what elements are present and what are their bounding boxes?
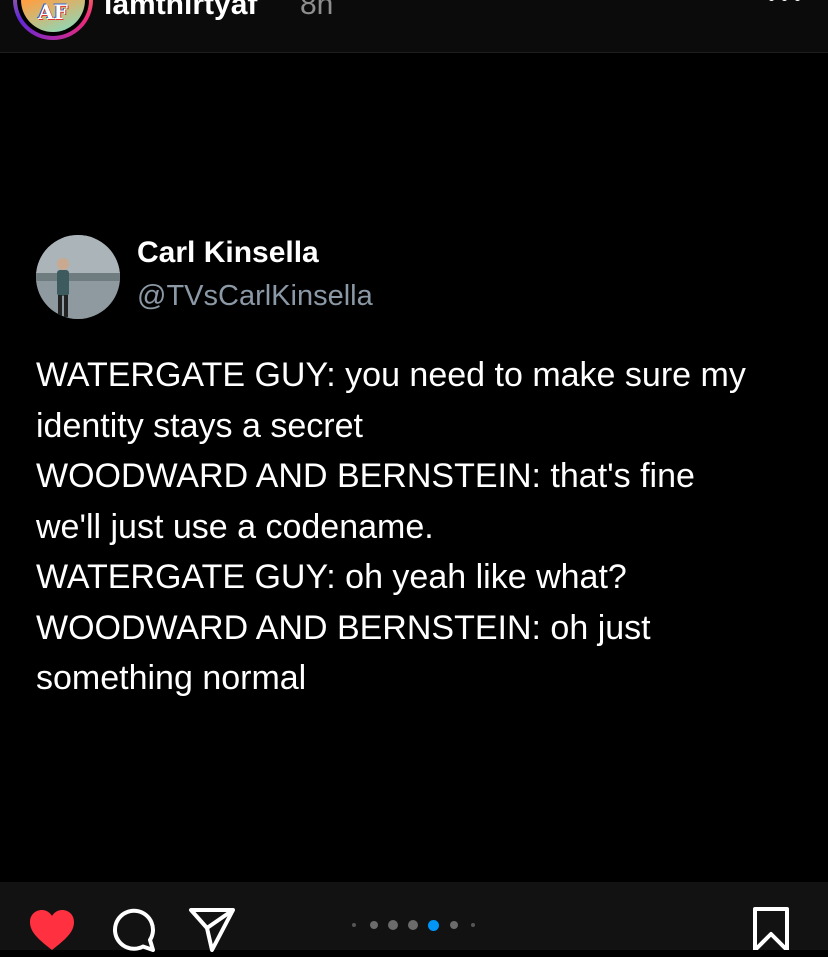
tweet-body: WATERGATE GUY: you need to make sure my … [36,350,796,704]
heart-icon[interactable] [28,908,76,952]
more-horizontal-icon[interactable] [768,0,802,8]
avatar-ring-inner: AF [17,0,89,36]
bookmark-icon[interactable] [752,906,790,952]
carousel-indicator [348,918,480,932]
tweet-author-handle: @TVsCarlKinsella [137,280,373,312]
post-action-bar [0,882,828,952]
carousel-dot [370,921,378,929]
carousel-dot [352,923,356,927]
tweet-line: WOODWARD AND BERNSTEIN: oh just [36,608,651,647]
tweet-line: we'll just use a codename. [36,507,434,546]
username[interactable]: iamthirtyaf [104,0,257,22]
tweet-line: something normal [36,659,307,697]
profile-story-ring[interactable]: AF [13,0,93,40]
carousel-dot [388,920,398,930]
tweet-line: WOODWARD AND BERNSTEIN: that's fine [36,457,695,495]
share-icon[interactable] [188,906,236,952]
comment-icon[interactable] [110,906,156,952]
tweet-line: WATERGATE GUY: oh yeah like what? [36,558,627,596]
carousel-dot [450,921,458,929]
carousel-dot [408,920,418,930]
profile-avatar: AF [21,0,85,32]
tweet-author-avatar [36,235,120,319]
tweet-author-name: Carl Kinsella [137,236,319,269]
tweet-line: WATERGATE GUY: you need to make sure my [36,356,746,394]
post-header: AF iamthirtyaf 8h [0,0,828,53]
avatar-logo-text: AF [38,0,68,24]
carousel-dot [471,923,475,927]
tweet-line: identity stays a secret [36,406,363,445]
post-time: 8h [300,0,334,21]
carousel-dot-active [428,920,439,931]
